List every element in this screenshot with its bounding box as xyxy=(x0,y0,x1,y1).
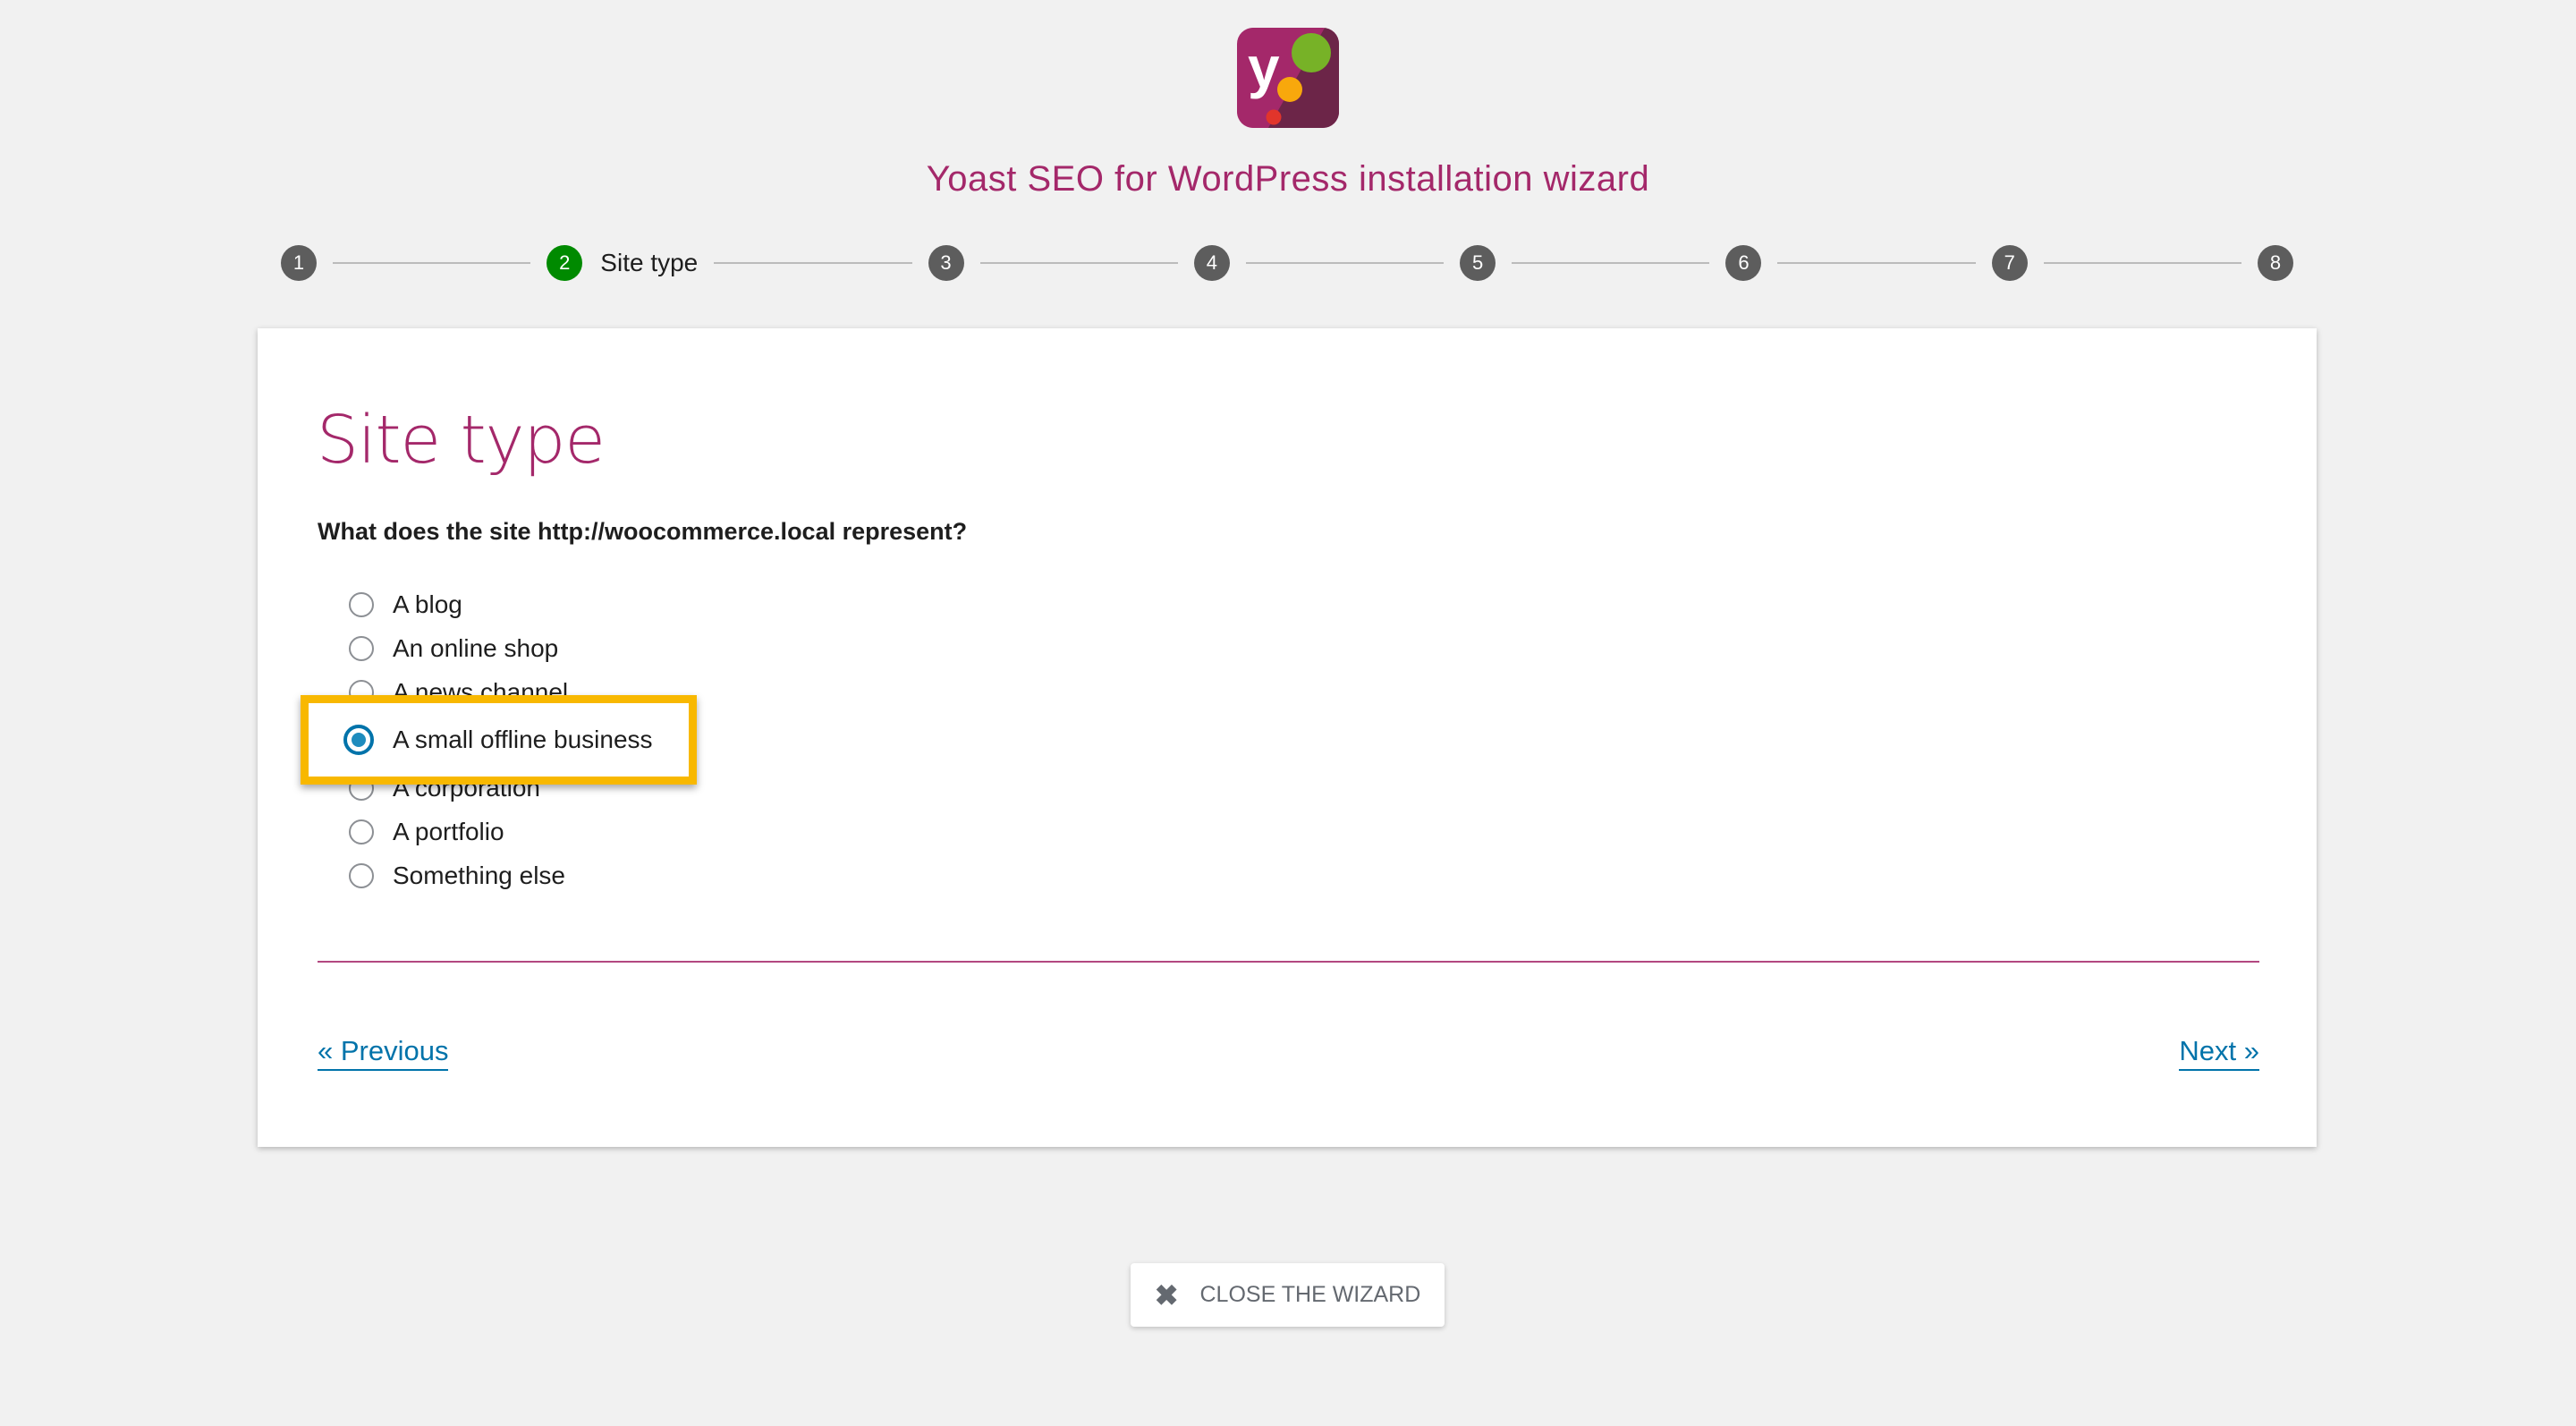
step-number: 6 xyxy=(1725,245,1762,281)
step-connector xyxy=(1245,262,1445,264)
radio-option-portfolio[interactable]: A portfolio xyxy=(336,810,962,853)
logo-letter: y xyxy=(1248,35,1280,99)
step-7: 7 xyxy=(1991,245,2028,281)
step-4: 4 xyxy=(1193,245,1230,281)
step-connector xyxy=(2043,262,2242,264)
step-heading: Site type xyxy=(317,402,606,479)
step-number: 5 xyxy=(1460,245,1496,281)
option-label: An online shop xyxy=(393,633,559,662)
radio-option-blog[interactable]: A blog xyxy=(336,582,962,626)
step-5: 5 xyxy=(1460,245,1496,281)
next-link[interactable]: Next » xyxy=(2179,1035,2259,1071)
radio-option-small-offline-business[interactable]: A small offline business xyxy=(301,695,697,785)
radio-button[interactable] xyxy=(349,635,374,661)
step-3: 3 xyxy=(928,245,964,281)
divider xyxy=(318,961,2259,963)
radio-button[interactable] xyxy=(349,862,374,888)
wizard-card: Site type What does the site http://wooc… xyxy=(258,328,2317,1147)
step-label: Site type xyxy=(600,249,699,276)
step-connector xyxy=(714,262,912,264)
radio-option-something-else[interactable]: Something else xyxy=(336,853,962,897)
option-label: Something else xyxy=(393,861,566,889)
wizard-title: Yoast SEO for WordPress installation wiz… xyxy=(926,159,1650,199)
step-1: 1 xyxy=(281,245,317,281)
option-label: A small offline business xyxy=(393,726,653,753)
step-number: 2 xyxy=(547,245,583,281)
step-6: 6 xyxy=(1725,245,1762,281)
step-connector xyxy=(1512,262,1710,264)
step-connector xyxy=(333,262,531,264)
step-number: 1 xyxy=(281,245,317,281)
option-label: A blog xyxy=(393,590,462,618)
radio-button[interactable] xyxy=(349,591,374,617)
previous-link[interactable]: « Previous xyxy=(318,1035,449,1071)
step-number: 3 xyxy=(928,245,964,281)
close-wizard-button[interactable]: ✖ CLOSE THE WIZARD xyxy=(1131,1263,1445,1327)
close-x-icon: ✖ xyxy=(1154,1278,1179,1311)
site-type-radio-group: A blog An online shop A news channel A s… xyxy=(301,582,962,897)
close-wizard-label: CLOSE THE WIZARD xyxy=(1199,1282,1421,1307)
site-type-question: What does the site http://woocommerce.lo… xyxy=(318,518,968,545)
radio-option-online-shop[interactable]: An online shop xyxy=(336,626,962,670)
step-2: 2 Site type xyxy=(547,245,698,281)
radio-button[interactable] xyxy=(349,819,374,845)
step-8: 8 xyxy=(2258,245,2294,281)
radio-button-selected[interactable] xyxy=(343,725,374,755)
option-label: A portfolio xyxy=(393,817,504,845)
step-connector xyxy=(1777,262,1976,264)
progress-stepper: 1 2 Site type 3 4 5 6 7 8 xyxy=(281,245,2294,281)
step-number: 4 xyxy=(1193,245,1230,281)
step-number: 7 xyxy=(1991,245,2028,281)
step-number: 8 xyxy=(2258,245,2294,281)
step-connector xyxy=(979,262,1178,264)
yoast-logo: y xyxy=(1237,28,1339,128)
